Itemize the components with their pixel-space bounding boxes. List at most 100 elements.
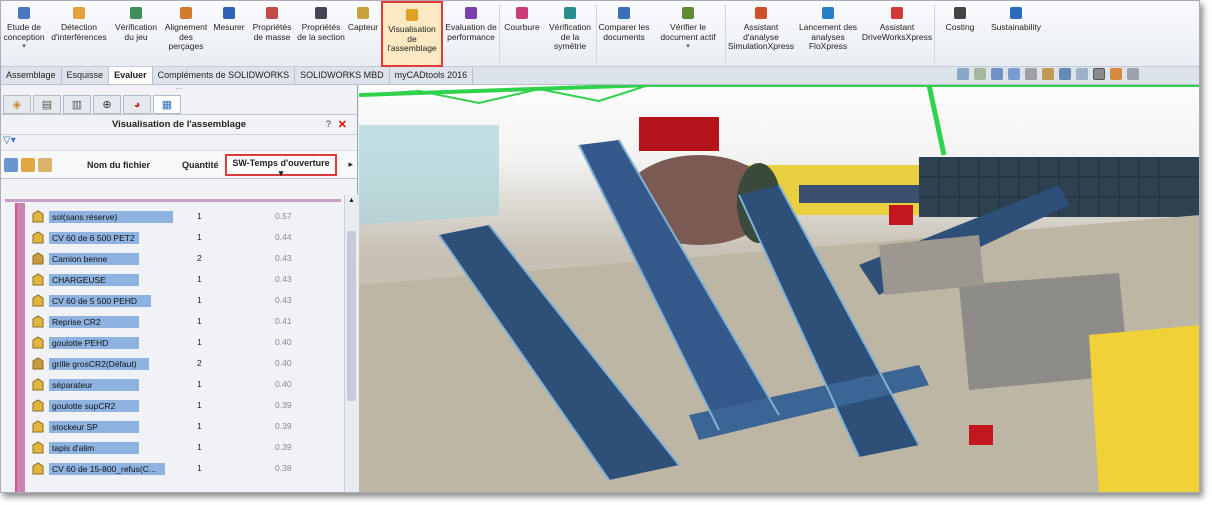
view-orientation-icon[interactable] xyxy=(1042,68,1054,80)
file-name: CHARGEUSE xyxy=(49,274,139,286)
list-item[interactable]: tapis d'alim 1 0.39 xyxy=(1,438,341,459)
tab-assemblage[interactable]: Assemblage xyxy=(1,67,62,84)
dimxpert-tab-icon[interactable]: ⊕ xyxy=(93,95,121,114)
open-time: 0.39 xyxy=(275,400,292,410)
verifier-doc-button[interactable]: Vérifier le document actif ▾ xyxy=(651,1,725,67)
configuration-manager-tab-icon[interactable]: ▥ xyxy=(63,95,91,114)
simulationxpress-button[interactable]: Assistant d'analyse SimulationXpress xyxy=(726,1,796,67)
list-top-separator xyxy=(5,199,341,202)
open-time: 0.43 xyxy=(275,253,292,263)
display-manager-tab-icon[interactable]: ◕ xyxy=(123,95,151,114)
scroll-up-icon[interactable]: ▲ xyxy=(348,197,355,204)
alignement-button[interactable]: Alignement des perçages xyxy=(161,1,211,67)
property-manager-tab-icon[interactable]: ▤ xyxy=(33,95,61,114)
previous-view-icon[interactable] xyxy=(991,68,1003,80)
filter-icon[interactable]: ▽▾ xyxy=(1,135,357,151)
quantity: 2 xyxy=(197,253,202,263)
sort-descending-icon: ▾ xyxy=(278,168,284,178)
tab-solidworks-mbd[interactable]: SOLIDWORKS MBD xyxy=(295,67,390,84)
list-item[interactable]: grille grosCR2(Défaut) 2 0.40 xyxy=(1,354,341,375)
zoom-to-fit-icon[interactable] xyxy=(957,68,969,80)
column-open-time[interactable]: SW-Temps d'ouverture ▾ xyxy=(225,154,337,178)
detection-button[interactable]: Détection d'interférences xyxy=(47,1,111,67)
dynamic-annotation-icon[interactable] xyxy=(1025,68,1037,80)
open-time: 0.40 xyxy=(275,379,292,389)
mesurer-button[interactable]: Mesurer xyxy=(211,1,247,67)
costing-icon xyxy=(952,5,968,21)
edit-appearance-icon[interactable] xyxy=(1093,68,1105,80)
column-quantity[interactable]: Quantité xyxy=(182,160,219,170)
driveworks-button[interactable]: Assistant DriveWorksXpress xyxy=(860,1,934,67)
truck-trailer xyxy=(799,185,919,203)
part-icon xyxy=(31,210,45,224)
list-item[interactable]: CV 60 de 15-800_refus(C... 1 0.38 xyxy=(1,459,341,480)
proprietes-masse-button[interactable]: Propriétés de masse xyxy=(247,1,297,67)
assembly-icon xyxy=(31,357,45,371)
group-by-icon[interactable] xyxy=(21,157,35,172)
assembly-visualization-panel: ⋯ ◈ ▤ ▥ ⊕ ◕ ▦ Visualisation de l'assembl… xyxy=(1,85,358,492)
list-item[interactable]: CHARGEUSE 1 0.43 xyxy=(1,270,341,291)
verif-jeu-button[interactable]: Vérification du jeu xyxy=(111,1,161,67)
column-file-name[interactable]: Nom du fichier xyxy=(87,160,150,170)
proprietes-section-label: Propriétés de la section xyxy=(297,22,345,42)
close-icon[interactable]: ✕ xyxy=(338,115,347,135)
open-time: 0.43 xyxy=(275,274,292,284)
file-name: CV 60 de 5 500 PEHD xyxy=(49,295,151,307)
tab-esquisse[interactable]: Esquisse xyxy=(62,67,110,84)
list-item[interactable]: sol(sans réserve) 1 0.57 xyxy=(1,207,341,228)
quantity: 1 xyxy=(197,337,202,347)
proprietes-section-button[interactable]: Propriétés de la section xyxy=(297,1,345,67)
vertical-scrollbar[interactable]: ▲ xyxy=(344,195,358,492)
verif-symetrie-button[interactable]: Vérification de la symétrie xyxy=(544,1,596,67)
list-view-icon[interactable] xyxy=(4,157,18,172)
assembly-visualization-tab-icon[interactable]: ▦ xyxy=(153,95,181,114)
etude-button[interactable]: Etude de conception ▾ xyxy=(1,1,47,67)
help-icon[interactable]: ? xyxy=(326,115,331,135)
proprietes-masse-label: Propriétés de masse xyxy=(252,22,292,42)
verif-symetrie-label: Vérification de la symétrie xyxy=(548,22,592,51)
comparer-button[interactable]: Comparer les documents xyxy=(597,1,651,67)
panel-grip[interactable]: ⋯ xyxy=(1,85,357,95)
list-item[interactable]: goulotte supCR2 1 0.39 xyxy=(1,396,341,417)
simulationxpress-label: Assistant d'analyse SimulationXpress xyxy=(727,22,795,51)
hide-show-items-icon[interactable] xyxy=(1076,68,1088,80)
costing-button[interactable]: Costing xyxy=(935,1,985,67)
list-item[interactable]: Camion benne 2 0.43 xyxy=(1,249,341,270)
sustainability-button[interactable]: Sustainability xyxy=(985,1,1047,67)
list-item[interactable]: Reprise CR2 1 0.41 xyxy=(1,312,341,333)
tab-evaluer[interactable]: Evaluer xyxy=(109,67,153,84)
zoom-area-icon[interactable] xyxy=(974,68,986,80)
display-style-icon[interactable] xyxy=(1059,68,1071,80)
component-list: ▲ sol(sans réserve) 1 0.57 CV 60 de 6 500 P… xyxy=(1,195,358,492)
chevron-down-icon[interactable]: ▾ xyxy=(686,42,690,52)
graphics-area[interactable] xyxy=(359,85,1199,492)
assembly-icon xyxy=(31,252,45,266)
view-settings-icon[interactable] xyxy=(1127,68,1139,80)
tab-mycadtools-2016[interactable]: myCADtools 2016 xyxy=(390,67,474,84)
more-columns-arrow-icon[interactable]: ▸ xyxy=(348,159,353,170)
evaluation-button[interactable]: Evaluation de performance xyxy=(443,1,499,67)
list-item[interactable]: séparateur 1 0.40 xyxy=(1,375,341,396)
yellow-bin xyxy=(1089,325,1199,492)
mass-properties-icon xyxy=(264,5,280,21)
courbure-button[interactable]: Courbure xyxy=(500,1,544,67)
list-item[interactable]: stockeur SP 1 0.39 xyxy=(1,417,341,438)
list-item[interactable]: CV 60 de 5 500 PEHD 1 0.43 xyxy=(1,291,341,312)
visualisation-button[interactable]: Visualisation de l'assemblage xyxy=(381,1,443,67)
capteur-button[interactable]: Capteur xyxy=(345,1,381,67)
quantity: 1 xyxy=(197,463,202,473)
list-item[interactable]: CV 60 de 6 500 PET2 1 0.44 xyxy=(1,228,341,249)
section-view-icon[interactable] xyxy=(1008,68,1020,80)
scroll-thumb[interactable] xyxy=(347,231,356,401)
chevron-down-icon[interactable]: ▾ xyxy=(22,42,26,52)
list-item[interactable]: goulotte PEHD 1 0.40 xyxy=(1,333,341,354)
apply-scene-icon[interactable] xyxy=(1110,68,1122,80)
tab-compl-ments-de-solidworks[interactable]: Compléments de SOLIDWORKS xyxy=(153,67,296,84)
performance-icon xyxy=(463,5,479,21)
flat-view-icon[interactable] xyxy=(38,157,52,172)
column-header-row: Nom du fichier Quantité SW-Temps d'ouver… xyxy=(1,151,357,179)
feature-tree-tab-icon[interactable]: ◈ xyxy=(3,95,31,114)
floxpress-button[interactable]: Lancement des analyses FloXpress xyxy=(796,1,860,67)
floxpress-label: Lancement des analyses FloXpress xyxy=(798,22,858,51)
sustainability-icon xyxy=(1008,5,1024,21)
